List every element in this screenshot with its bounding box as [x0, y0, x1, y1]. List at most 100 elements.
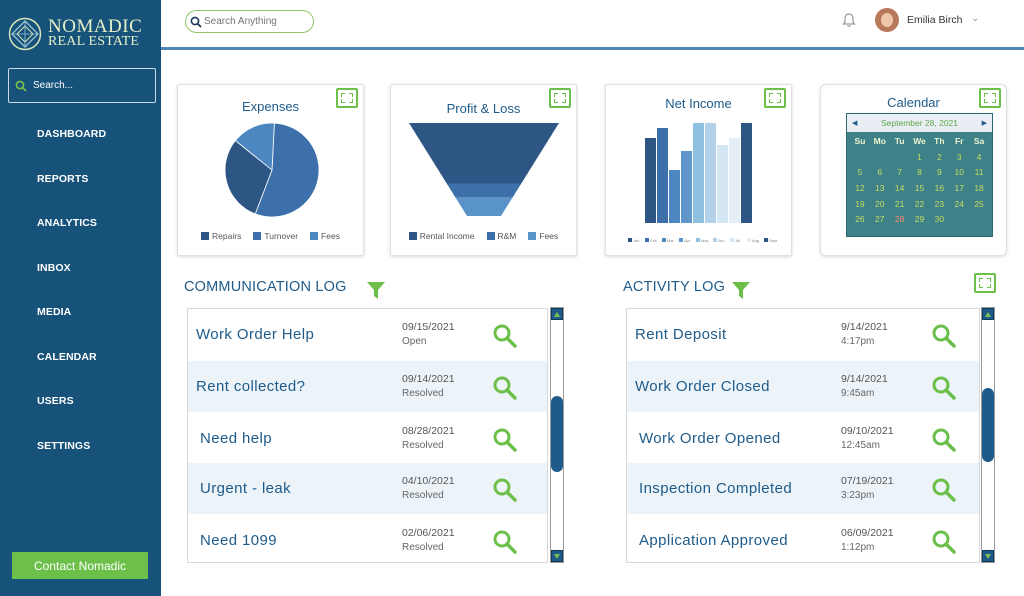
prev-month-icon[interactable]: ◀ [852, 119, 857, 127]
legend-swatch [764, 238, 768, 242]
chevron-down-icon[interactable]: ⌄ [971, 13, 979, 24]
log-row[interactable]: Work Order Closed 9/14/2021 9:45am [627, 361, 979, 412]
calendar-day[interactable]: 3 [949, 150, 969, 166]
next-month-icon[interactable]: ▶ [982, 119, 987, 127]
filter-icon[interactable] [366, 281, 386, 300]
calendar-day[interactable]: 1 [910, 150, 930, 166]
sidebar-item-analytics[interactable]: ANALYTICS [37, 213, 106, 258]
sidebar-item-calendar[interactable]: CALENDAR [37, 347, 106, 392]
calendar-day[interactable]: 25 [969, 197, 989, 213]
calendar-day[interactable]: 21 [890, 197, 910, 213]
calendar-day[interactable]: 27 [870, 212, 890, 228]
expand-icon[interactable] [979, 88, 1001, 108]
log-row[interactable]: Work Order Help 09/15/2021 Open [188, 309, 547, 360]
scroll-thumb[interactable] [982, 388, 994, 462]
brand-logo[interactable]: NOMADIC REAL ESTATE [8, 14, 158, 54]
magnifier-icon[interactable] [492, 323, 518, 349]
communication-log-scrollbar[interactable] [550, 307, 564, 563]
calendar-day[interactable]: 12 [850, 181, 870, 197]
calendar-day[interactable]: 18 [969, 181, 989, 197]
activity-log-scrollbar[interactable] [981, 307, 995, 563]
contact-button[interactable]: Contact Nomadic [12, 552, 148, 579]
bell-icon[interactable] [841, 12, 857, 28]
scroll-up-icon[interactable] [982, 308, 994, 320]
magnifier-icon[interactable] [931, 427, 957, 453]
magnifier-icon[interactable] [492, 375, 518, 401]
calendar-day[interactable]: 8 [910, 165, 930, 181]
calendar-day[interactable]: 17 [949, 181, 969, 197]
sidebar-item-media[interactable]: MEDIA [37, 302, 106, 347]
magnifier-icon[interactable] [931, 375, 957, 401]
log-row[interactable]: Application Approved 06/09/2021 1:12pm [627, 515, 979, 562]
log-row[interactable]: Work Order Opened 09/10/2021 12:45am [627, 413, 979, 464]
sidebar-item-settings[interactable]: SETTINGS [37, 436, 106, 481]
log-row[interactable]: Rent collected? 09/14/2021 Resolved [188, 361, 547, 412]
bar-mar [669, 170, 680, 223]
calendar-day[interactable]: 14 [890, 181, 910, 197]
expand-icon[interactable] [549, 88, 571, 108]
log-row[interactable]: Rent Deposit 9/14/2021 4:17pm [627, 309, 979, 360]
activity-log-title: ACTIVITY LOG [623, 279, 726, 295]
bar-sept [741, 123, 752, 223]
expand-icon[interactable] [974, 273, 996, 293]
calendar-day[interactable]: 13 [870, 181, 890, 197]
log-row[interactable]: Inspection Completed 07/19/2021 3:23pm [627, 463, 979, 514]
scroll-up-icon[interactable] [551, 308, 563, 320]
calendar-day[interactable]: 11 [969, 165, 989, 181]
magnifier-icon[interactable] [492, 529, 518, 555]
calendar-day[interactable]: 20 [870, 197, 890, 213]
top-search-box[interactable] [185, 10, 314, 33]
calendar-day[interactable]: 29 [910, 212, 930, 228]
calendar-day[interactable]: 30 [929, 212, 949, 228]
calendar-day[interactable]: 23 [929, 197, 949, 213]
log-row-title: Urgent - leak [200, 480, 292, 497]
calendar-day[interactable]: 19 [850, 197, 870, 213]
log-row-date: 09/10/2021 [841, 425, 894, 437]
log-row[interactable]: Urgent - leak 04/10/2021 Resolved [188, 463, 547, 514]
calendar-day[interactable]: 4 [969, 150, 989, 166]
top-search-input[interactable] [204, 16, 309, 27]
legend-swatch [730, 238, 734, 242]
magnifier-icon[interactable] [492, 477, 518, 503]
filter-icon[interactable] [731, 281, 751, 300]
log-row-status: Resolved [402, 490, 444, 501]
sidebar-item-users[interactable]: USERS [37, 391, 106, 436]
calendar-today[interactable]: 28 [890, 212, 910, 228]
calendar-day[interactable]: 9 [929, 165, 949, 181]
log-row-title: Inspection Completed [639, 480, 793, 497]
calendar-day[interactable]: 24 [949, 197, 969, 213]
expenses-legend: Repairs Turnover Fees [178, 231, 363, 241]
legend-swatch [408, 232, 417, 240]
calendar-day[interactable]: 2 [929, 150, 949, 166]
scroll-thumb[interactable] [551, 396, 563, 472]
sidebar-item-reports[interactable]: REPORTS [37, 169, 106, 214]
magnifier-icon[interactable] [931, 529, 957, 555]
magnifier-icon[interactable] [931, 477, 957, 503]
calendar-day[interactable]: 5 [850, 165, 870, 181]
scroll-down-icon[interactable] [551, 550, 563, 562]
legend-item: Fees [310, 231, 340, 241]
calendar-day[interactable]: 7 [890, 165, 910, 181]
log-row-date: 02/06/2021 [402, 527, 455, 539]
expand-icon[interactable] [336, 88, 358, 108]
scroll-down-icon[interactable] [982, 550, 994, 562]
legend-item: R&M [486, 231, 516, 241]
sidebar-item-inbox[interactable]: INBOX [37, 258, 106, 303]
legend-label: Rental Income [419, 231, 475, 241]
avatar[interactable] [875, 8, 899, 32]
log-row[interactable]: Need help 08/28/2021 Resolved [188, 413, 547, 464]
search-icon [15, 80, 27, 92]
calendar-day[interactable]: 10 [949, 165, 969, 181]
log-row[interactable]: Need 1099 02/06/2021 Resolved [188, 515, 547, 562]
calendar-day[interactable]: 26 [850, 212, 870, 228]
calendar-day[interactable]: 15 [910, 181, 930, 197]
user-name[interactable]: Emilia Birch [907, 14, 962, 26]
sidebar-item-dashboard[interactable]: DASHBOARD [37, 124, 106, 169]
magnifier-icon[interactable] [931, 323, 957, 349]
calendar-day[interactable]: 6 [870, 165, 890, 181]
sidebar-search-input[interactable]: Search... [8, 68, 156, 103]
calendar-day[interactable]: 16 [929, 181, 949, 197]
calendar-day[interactable]: 22 [910, 197, 930, 213]
expand-icon[interactable] [764, 88, 786, 108]
magnifier-icon[interactable] [492, 427, 518, 453]
